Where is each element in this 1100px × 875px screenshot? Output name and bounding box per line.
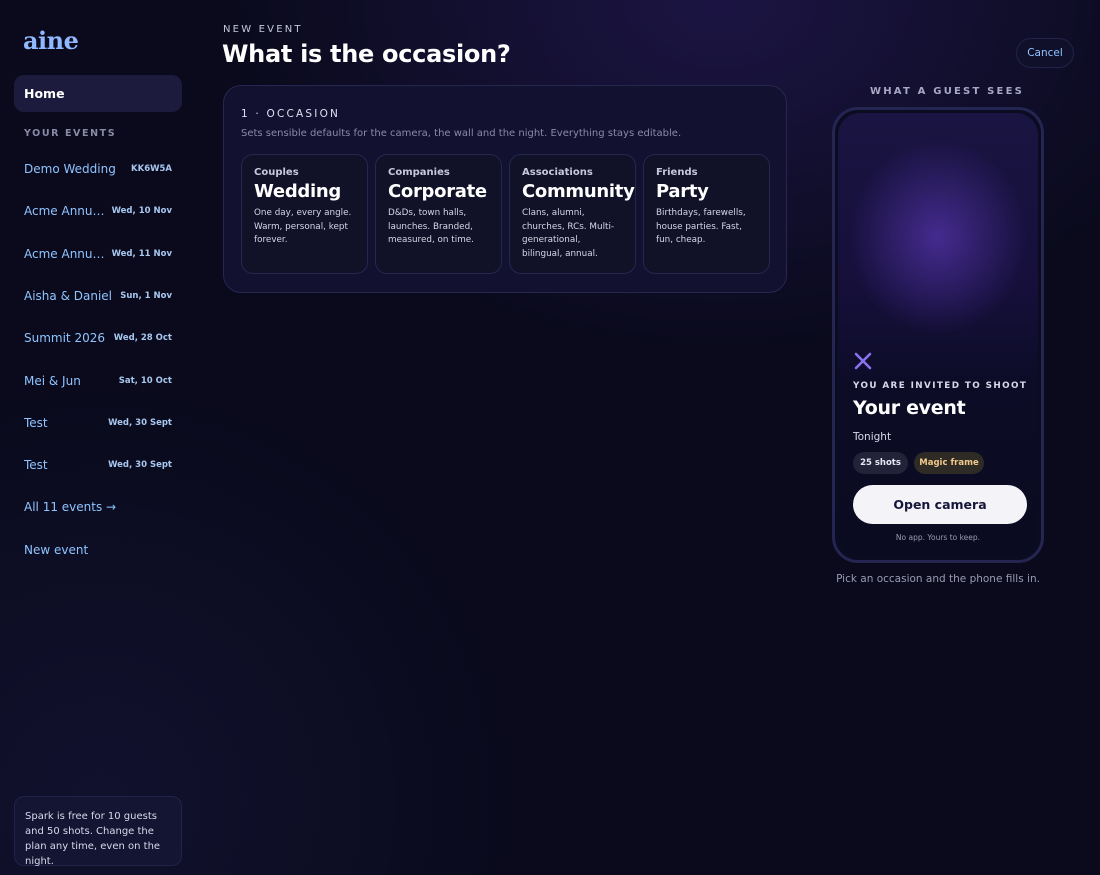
sidebar: aine Home YOUR EVENTS Demo Wedding KK6W5… — [0, 0, 198, 875]
card-kicker: Friends — [656, 167, 698, 178]
sidebar-event-item[interactable]: Test Wed, 30 Sept — [0, 402, 198, 444]
card-title: Community — [522, 181, 635, 202]
all-events-link[interactable]: All 11 events → — [24, 500, 116, 514]
event-date: Wed, 30 Sept — [108, 460, 172, 471]
event-code: KK6W5A — [131, 164, 172, 175]
card-title: Party — [656, 181, 709, 202]
event-date: Sun, 1 Nov — [120, 291, 172, 302]
event-name: Test — [24, 415, 48, 430]
sidebar-event-item[interactable]: Demo Wedding KK6W5A — [0, 148, 198, 190]
event-name: Acme Annual … — [24, 204, 112, 219]
event-date: Wed, 11 Nov — [111, 248, 172, 259]
occasion-card-party[interactable]: Friends Party Birthdays, farewells, hous… — [643, 154, 770, 274]
event-name: Demo Wedding — [24, 162, 116, 177]
sidebar-event-item[interactable]: Acme Annual … Wed, 11 Nov — [0, 233, 198, 275]
card-kicker: Companies — [388, 167, 450, 178]
phone-preview: YOU ARE INVITED TO SHOOT Your event Toni… — [832, 107, 1044, 563]
your-events-heading: YOUR EVENTS — [24, 128, 117, 139]
sidebar-event-item[interactable]: Mei & Jun Sat, 10 Oct — [0, 359, 198, 401]
occasion-card-community[interactable]: Associations Community Clans, alumni, ch… — [509, 154, 636, 274]
event-date: Sat, 10 Oct — [118, 375, 172, 386]
card-description: Birthdays, farewells, house parties. Fas… — [656, 208, 746, 245]
card-description: Clans, alumni, churches, RCs. Multi-gene… — [522, 208, 615, 259]
event-date: Wed, 28 Oct — [113, 333, 172, 344]
brand-logo[interactable]: aine — [23, 26, 79, 55]
invite-label: YOU ARE INVITED TO SHOOT — [853, 381, 1028, 391]
no-app-note: No app. Yours to keep. — [895, 533, 981, 542]
sparkle-x-icon — [854, 352, 872, 370]
occasion-options: Couples Wedding One day, every angle. Wa… — [241, 154, 770, 274]
preview-label: WHAT A GUEST SEES — [870, 86, 1025, 97]
magic-frame-chip: Magic frame — [914, 452, 984, 474]
card-kicker: Couples — [254, 167, 299, 178]
event-name: Mei & Jun — [24, 373, 81, 388]
new-event-link[interactable]: New event — [24, 543, 88, 557]
occasion-subtitle: Sets sensible defaults for the camera, t… — [241, 128, 682, 139]
page-eyebrow: NEW EVENT — [223, 24, 303, 35]
card-title: Corporate — [388, 181, 487, 202]
event-name: Aisha & Daniel — [24, 289, 112, 304]
card-description: D&Ds, town halls, launches. Branded, mea… — [388, 208, 474, 245]
sidebar-event-item[interactable]: Acme Annual … Wed, 10 Nov — [0, 190, 198, 232]
occasion-step-label: 1 · OCCASION — [241, 108, 341, 120]
app-root: aine Home YOUR EVENTS Demo Wedding KK6W5… — [0, 0, 1100, 875]
preview-event-time: Tonight — [853, 431, 892, 443]
event-name: Acme Annual … — [24, 246, 112, 261]
phone-screen: YOU ARE INVITED TO SHOOT Your event Toni… — [838, 113, 1038, 557]
event-name: Summit 2026 — [24, 331, 105, 346]
page-title: What is the occasion? — [222, 40, 511, 68]
cancel-button[interactable]: Cancel — [1016, 38, 1074, 68]
event-date: Wed, 10 Nov — [111, 206, 172, 217]
event-name: Test — [24, 458, 48, 473]
sidebar-event-item[interactable]: Aisha & Daniel Sun, 1 Nov — [0, 275, 198, 317]
occasion-panel: 1 · OCCASION Sets sensible defaults for … — [223, 85, 787, 293]
plan-note: Spark is free for 10 guests and 50 shots… — [14, 796, 182, 867]
preview-hint: Pick an occasion and the phone fills in. — [836, 573, 1040, 585]
card-title: Wedding — [254, 181, 341, 202]
occasion-card-wedding[interactable]: Couples Wedding One day, every angle. Wa… — [241, 154, 368, 274]
sidebar-event-item[interactable]: Test Wed, 30 Sept — [0, 444, 198, 486]
shots-chip: 25 shots — [853, 452, 908, 474]
open-camera-button[interactable]: Open camera — [853, 485, 1027, 524]
event-date: Wed, 30 Sept — [108, 417, 172, 428]
event-list: Demo Wedding KK6W5A Acme Annual … Wed, 1… — [0, 148, 198, 486]
occasion-card-corporate[interactable]: Companies Corporate D&Ds, town halls, la… — [375, 154, 502, 274]
sidebar-item-home[interactable]: Home — [14, 75, 182, 112]
card-kicker: Associations — [522, 167, 593, 178]
card-description: One day, every angle. Warm, personal, ke… — [254, 208, 352, 245]
sidebar-event-item[interactable]: Summit 2026 Wed, 28 Oct — [0, 317, 198, 359]
preview-event-title: Your event — [853, 397, 966, 419]
